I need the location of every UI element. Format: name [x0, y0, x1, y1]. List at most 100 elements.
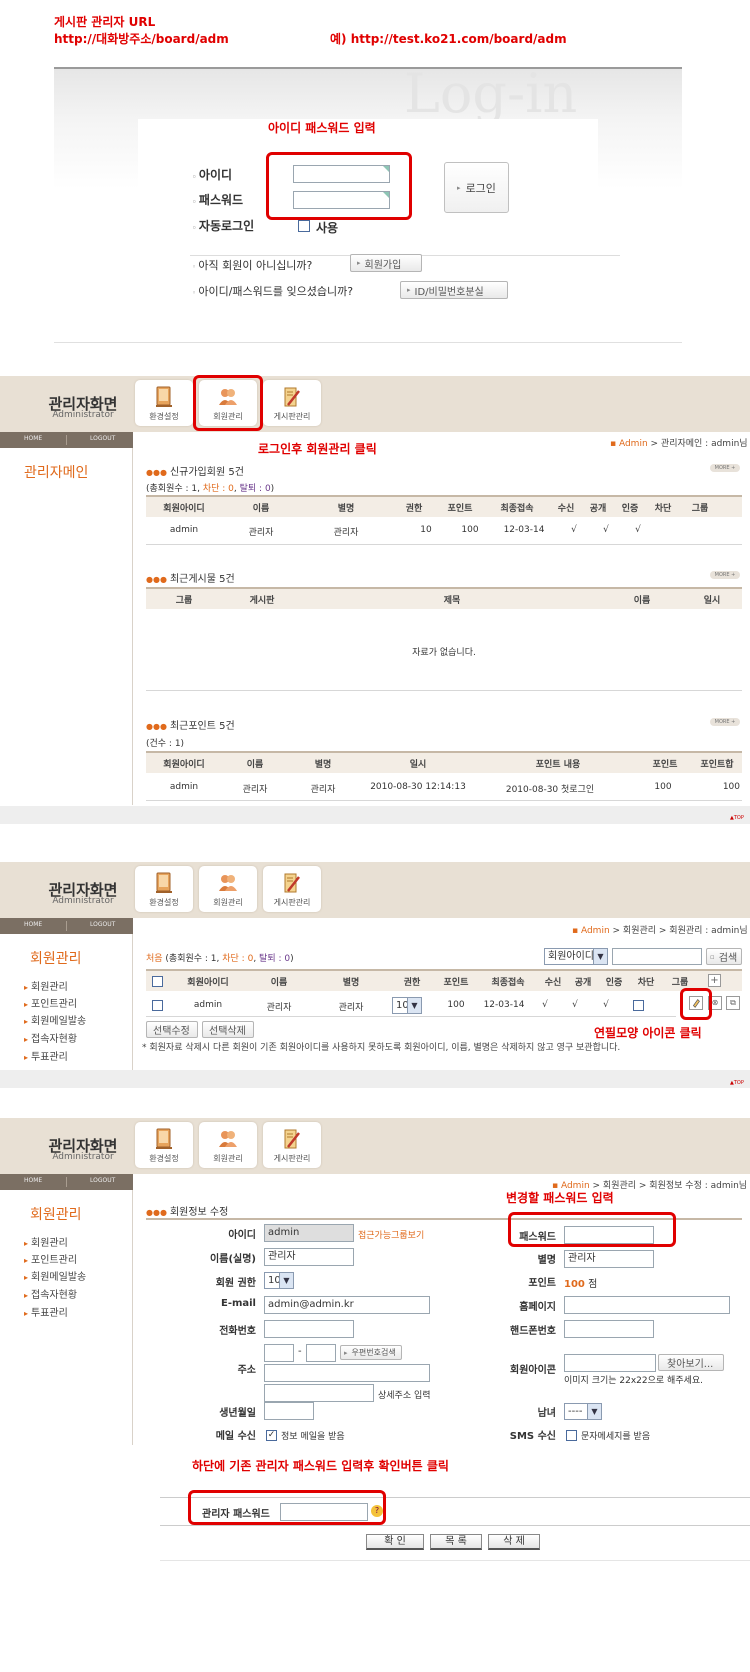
name-field[interactable]: 관리자: [264, 1248, 354, 1266]
search-button[interactable]: ▫ 검색: [706, 948, 742, 965]
confirm-button[interactable]: 확 인: [366, 1534, 424, 1550]
sidebar-item-members[interactable]: ▸ 회원관리: [24, 978, 68, 993]
home-link[interactable]: HOME: [24, 1177, 42, 1184]
label-homepage: 홈페이지: [519, 1302, 556, 1313]
col-group: 그룹: [175, 596, 193, 606]
admin-password-highlight-box: [188, 1490, 386, 1525]
admin-dark-bar: HOME LOGOUT: [0, 432, 133, 448]
level-select[interactable]: 10 ▼: [264, 1272, 294, 1289]
label-gender: 남녀: [537, 1408, 556, 1419]
birth-field[interactable]: [264, 1402, 314, 1420]
sidebar-item-visitors[interactable]: ▸ 접속자현황: [24, 1030, 77, 1045]
sidebar-title-main: 관리자메인: [24, 465, 89, 481]
col-name: 이름: [270, 978, 288, 988]
login-bottom-line: [54, 342, 682, 343]
nav-boards[interactable]: 게시판관리: [263, 1122, 321, 1168]
bar-separator: [66, 1177, 67, 1187]
address-detail-text: 상세주소 입력: [378, 1391, 431, 1401]
member-list-header: 회원아이디 이름 별명 권한 포인트 최종접속 수신 공개 인증 차단 그룹 +: [146, 969, 742, 991]
email-field[interactable]: admin@admin.kr: [264, 1296, 430, 1314]
delete-selected-button[interactable]: 선택삭제: [202, 1021, 254, 1038]
zip2-field[interactable]: [306, 1344, 336, 1362]
row-level-select[interactable]: 10 ▼: [392, 997, 422, 1014]
sidebar-item-mail[interactable]: ▸ 회원메일발송: [24, 1012, 86, 1027]
edit-selected-button[interactable]: 선택수정: [146, 1021, 198, 1038]
address2-field[interactable]: [264, 1384, 374, 1402]
add-member-icon[interactable]: +: [708, 974, 721, 987]
group-access-link[interactable]: 접근가능그룹보기: [358, 1228, 424, 1241]
nav-settings[interactable]: 환경설정: [135, 866, 193, 912]
home-link[interactable]: HOME: [24, 435, 42, 442]
recent-points-more[interactable]: MORE +: [710, 718, 740, 726]
sidebar-item-members[interactable]: ▸ 회원관리: [24, 1234, 68, 1249]
address1-field[interactable]: [264, 1364, 430, 1382]
password-highlight-box: [508, 1212, 676, 1247]
row-divider: [146, 1016, 676, 1017]
col-block: 차단: [654, 504, 672, 514]
breadcrumb-main: ▪ Admin > 관리자메인 : admin님: [610, 439, 748, 449]
logout-link[interactable]: LOGOUT: [90, 1177, 115, 1184]
nav-members[interactable]: 회원관리: [199, 866, 257, 912]
homepage-field[interactable]: [564, 1296, 730, 1314]
members-highlight-box: [193, 375, 263, 431]
new-members-more[interactable]: MORE +: [710, 464, 740, 472]
cell-member-id[interactable]: admin: [146, 782, 222, 792]
row-divider: [146, 690, 742, 691]
cell-member-id[interactable]: admin: [170, 1000, 246, 1010]
recent-posts-more[interactable]: MORE +: [710, 571, 740, 579]
zip1-field[interactable]: [264, 1344, 294, 1362]
nav-boards[interactable]: 게시판관리: [263, 380, 321, 426]
logout-link[interactable]: LOGOUT: [90, 435, 115, 442]
nav-boards[interactable]: 게시판관리: [263, 866, 321, 912]
settings-icon: [156, 386, 172, 407]
top-link[interactable]: ▲TOP: [730, 815, 744, 821]
nav-members[interactable]: 회원관리: [199, 1122, 257, 1168]
icon-file-field[interactable]: [564, 1354, 656, 1372]
gender-select[interactable]: ---- ▼: [564, 1403, 602, 1420]
sidebar-item-points[interactable]: ▸ 포인트관리: [24, 995, 77, 1010]
home-link[interactable]: HOME: [24, 921, 42, 928]
search-field-select[interactable]: 회원아이디 ▼: [544, 948, 608, 965]
zip-search-button[interactable]: ▸ 우편번호검색: [340, 1345, 402, 1360]
find-account-button[interactable]: ▸ ID/비밀번호분실: [400, 281, 508, 299]
col-point: 포인트: [652, 760, 678, 770]
nav-settings[interactable]: 환경설정: [135, 380, 193, 426]
row-checkbox[interactable]: [152, 1000, 163, 1011]
sidebar-item-polls[interactable]: ▸ 투표관리: [24, 1304, 68, 1319]
hint-click-members: 로그인후 회원관리 클릭: [258, 442, 377, 456]
sms-recv-checkbox[interactable]: [566, 1430, 577, 1441]
sidebar-item-visitors[interactable]: ▸ 접속자현황: [24, 1286, 77, 1301]
cell-member-id[interactable]: admin: [146, 525, 222, 535]
search-input[interactable]: [612, 948, 702, 965]
sidebar-item-mail[interactable]: ▸ 회원메일발송: [24, 1268, 86, 1283]
phone-field[interactable]: [264, 1320, 354, 1338]
label-mobile: 핸드폰번호: [510, 1326, 556, 1337]
not-member-text: ◦ 아직 회원이 아니십니까?: [192, 259, 313, 272]
auto-login-checkbox[interactable]: [298, 220, 310, 232]
delete-button[interactable]: 삭 제: [488, 1534, 540, 1550]
select-all-checkbox[interactable]: [152, 976, 163, 987]
members-icon: [219, 875, 237, 891]
recent-points-header: 회원아이디 이름 별명 일시 포인트 내용 포인트 포인트합: [146, 751, 742, 773]
login-button[interactable]: ▸ 로그인: [444, 162, 509, 213]
mail-recv-checkbox[interactable]: ✓: [266, 1430, 277, 1441]
delete-notice: * 회원자료 삭제시 다른 회원이 기존 회원아이디를 사용하지 못하도록 회원…: [142, 1043, 621, 1053]
col-nick: 별명: [342, 978, 360, 988]
block-checkbox[interactable]: [633, 1000, 644, 1011]
admin-subtitle: Administrator: [52, 1152, 114, 1162]
top-link[interactable]: ▲TOP: [730, 1080, 744, 1086]
copy-icon[interactable]: ⧉: [726, 996, 740, 1010]
browse-button[interactable]: 찾아보기...: [658, 1354, 724, 1371]
join-button[interactable]: ▸ 회원가입: [350, 254, 422, 272]
logout-link[interactable]: LOGOUT: [90, 921, 115, 928]
url-note-example: 예) http://test.ko21.com/board/adm: [330, 32, 567, 46]
nick-field[interactable]: 관리자: [564, 1250, 654, 1268]
mobile-field[interactable]: [564, 1320, 654, 1338]
col-nick: 별명: [337, 504, 355, 514]
col-level: 권한: [405, 504, 423, 514]
sidebar-item-polls[interactable]: ▸ 투표관리: [24, 1048, 68, 1063]
sidebar-item-points[interactable]: ▸ 포인트관리: [24, 1251, 77, 1266]
sidebar-title-members: 회원관리: [30, 1207, 82, 1223]
nav-settings[interactable]: 환경설정: [135, 1122, 193, 1168]
list-button[interactable]: 목 록: [430, 1534, 482, 1550]
